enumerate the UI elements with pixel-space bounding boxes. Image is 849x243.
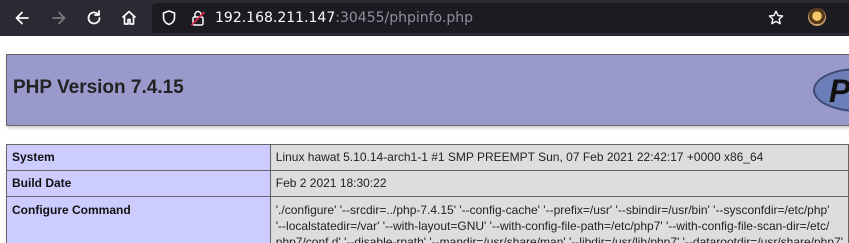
home-icon[interactable]	[119, 8, 139, 28]
table-row: Build Date Feb 2 2021 18:30:22	[6, 170, 849, 197]
row-key: Build Date	[6, 170, 271, 197]
page-title: PHP Version 7.4.15	[13, 77, 184, 98]
configure-line: php7/conf.d' '--disable-rpath' '--mandir…	[275, 235, 843, 243]
row-value: Feb 2 2021 18:30:22	[269, 170, 849, 197]
reload-icon[interactable]	[84, 8, 104, 28]
row-key: System	[6, 144, 271, 171]
row-value: './configure' '--srcdir=../php-7.4.15' '…	[269, 196, 849, 243]
configure-line: '--localstatedir=/var' '--with-layout=GN…	[275, 219, 830, 233]
row-key: Configure Command	[6, 196, 271, 243]
shield-icon[interactable]	[159, 8, 179, 28]
info-table: System Linux hawat 5.10.14-arch1-1 #1 SM…	[6, 144, 849, 243]
profile-avatar-icon[interactable]	[808, 8, 826, 26]
phpinfo-header: PHP Version 7.4.15 P	[6, 54, 849, 126]
page-content: PHP Version 7.4.15 P System Linux hawat …	[0, 36, 849, 243]
back-icon[interactable]	[12, 8, 32, 28]
configure-line: './configure' '--srcdir=../php-7.4.15' '…	[275, 203, 830, 217]
php-logo-letter: P	[829, 73, 849, 109]
row-value: Linux hawat 5.10.14-arch1-1 #1 SMP PREEM…	[269, 144, 849, 171]
table-row: Configure Command './configure' '--srcdi…	[6, 196, 849, 243]
forward-icon[interactable]	[49, 8, 69, 28]
table-row: System Linux hawat 5.10.14-arch1-1 #1 SM…	[6, 144, 849, 171]
php-logo-icon[interactable]: P	[813, 68, 849, 112]
url-path: :30455/phpinfo.php	[335, 10, 473, 26]
browser-toolbar: 192.168.211.147:30455/phpinfo.php	[0, 0, 849, 36]
bookmark-star-icon[interactable]	[766, 8, 786, 28]
url-text[interactable]: 192.168.211.147:30455/phpinfo.php	[215, 8, 473, 28]
insecure-lock-icon[interactable]	[188, 8, 208, 28]
url-host: 192.168.211.147	[215, 10, 336, 26]
